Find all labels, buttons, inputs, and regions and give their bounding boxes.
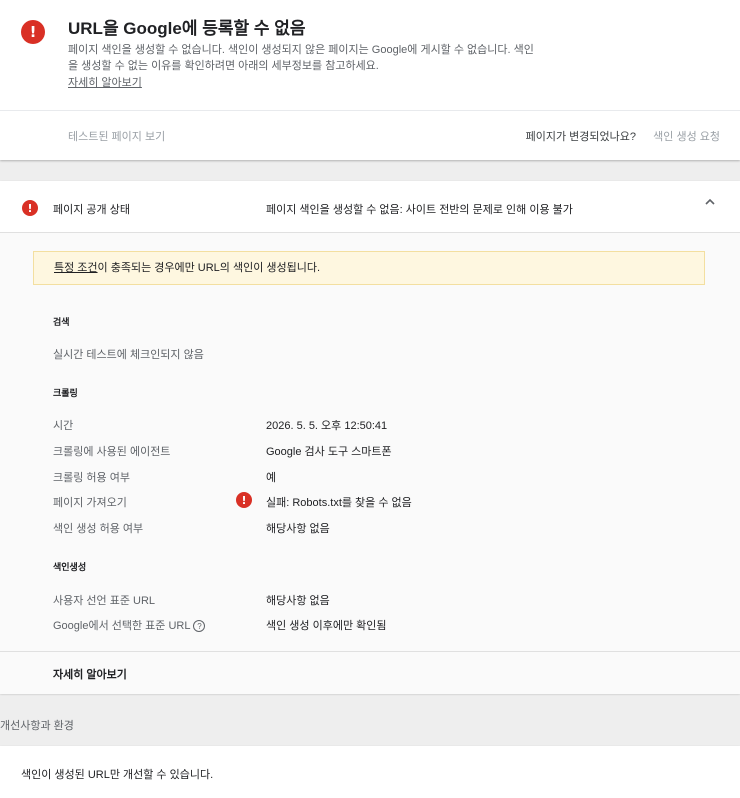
- google-canonical-label: Google에서 선택한 표준 URL?: [53, 617, 206, 633]
- page-fetch-value: 실패: Robots.txt를 찾을 수 없음: [266, 497, 412, 509]
- page-changed-question: 페이지가 변경되었나요?: [525, 131, 636, 143]
- indexing-allowed-value: 해당사항 없음: [266, 523, 330, 535]
- error-icon: !: [21, 20, 45, 44]
- notice-text: 이 충족되는 경우에만 URL의 색인이 생성됩니다.: [97, 262, 321, 274]
- availability-status: 페이지 색인을 생성할 수 없음: 사이트 전반의 문제로 인해 이용 불가: [266, 204, 573, 216]
- crawl-allowed-value: 예: [266, 472, 277, 484]
- indexing-allowed-label: 색인 생성 허용 여부: [53, 523, 144, 535]
- specific-conditions-link[interactable]: 특정 조건: [54, 262, 98, 274]
- search-status: 실시간 테스트에 체크인되지 않음: [53, 349, 204, 361]
- enhancements-card: 색인이 생성된 URL만 개선할 수 있습니다.: [0, 746, 740, 798]
- google-canonical-label-text: Google에서 선택한 표준 URL: [53, 620, 191, 632]
- indexing-section-title: 색인생성: [53, 562, 87, 572]
- crawl-section-title: 크롤링: [53, 388, 78, 398]
- availability-header[interactable]: ! 페이지 공개 상태 페이지 색인을 생성할 수 없음: 사이트 전반의 문제…: [0, 181, 740, 233]
- footer-learn-more-link[interactable]: 자세히 알아보기: [53, 666, 127, 682]
- user-canonical-value: 해당사항 없음: [266, 595, 330, 607]
- crawl-time-value: 2026. 5. 5. 오후 12:50:41: [266, 420, 388, 432]
- divider: [0, 110, 740, 111]
- conditions-notice: 특정 조건이 충족되는 경우에만 URL의 색인이 생성됩니다.: [33, 251, 705, 285]
- crawl-agent-value: Google 검사 도구 스마트폰: [266, 446, 392, 458]
- summary-title: URL을 Google에 등록할 수 없음: [68, 19, 306, 38]
- request-indexing-button[interactable]: 색인 생성 요청: [653, 128, 720, 144]
- summary-card: ! URL을 Google에 등록할 수 없음 페이지 색인을 생성할 수 없습…: [0, 0, 740, 160]
- page-fetch-label: 페이지 가져오기: [53, 497, 127, 509]
- user-canonical-label: 사용자 선언 표준 URL: [53, 595, 156, 607]
- error-icon: !: [22, 200, 38, 216]
- view-tested-page-button[interactable]: 테스트된 페이지 보기: [68, 128, 165, 144]
- availability-footer: 자세히 알아보기: [0, 651, 740, 694]
- summary-description: 페이지 색인을 생성할 수 없습니다. 색인이 생성되지 않은 페이지는 Goo…: [68, 44, 534, 72]
- enhancements-message: 색인이 생성된 URL만 개선할 수 있습니다.: [21, 769, 214, 781]
- help-icon[interactable]: ?: [193, 620, 206, 633]
- enhancements-heading: 개선사항과 환경: [0, 720, 74, 732]
- crawl-time-label: 시간: [53, 420, 74, 432]
- search-section-title: 검색: [53, 317, 70, 327]
- availability-card: ! 페이지 공개 상태 페이지 색인을 생성할 수 없음: 사이트 전반의 문제…: [0, 181, 740, 694]
- crawl-allowed-label: 크롤링 허용 여부: [53, 472, 130, 484]
- crawl-agent-label: 크롤링에 사용된 에이전트: [53, 446, 171, 458]
- availability-label: 페이지 공개 상태: [53, 204, 130, 216]
- error-icon: !: [236, 492, 252, 508]
- google-canonical-value: 색인 생성 이후에만 확인됨: [266, 620, 387, 632]
- learn-more-link[interactable]: 자세히 알아보기: [68, 74, 142, 90]
- chevron-up-icon[interactable]: [704, 195, 716, 211]
